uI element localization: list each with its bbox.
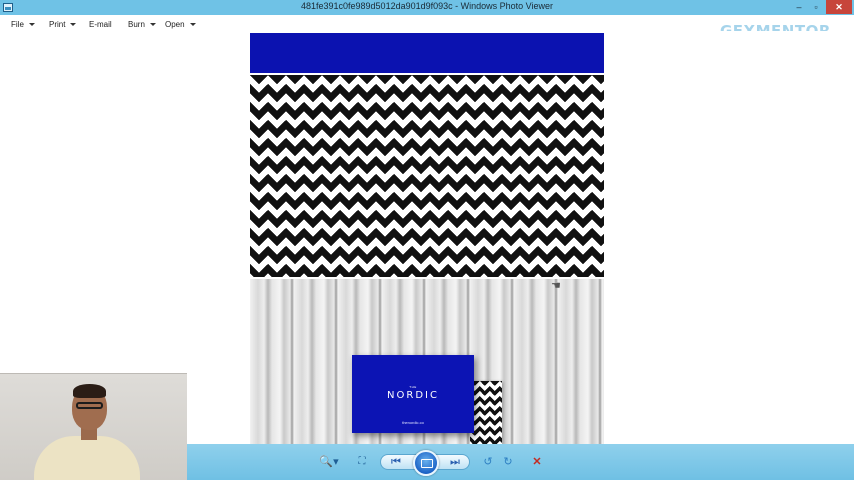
menu-open-label: Open — [165, 19, 185, 29]
chevron-down-icon — [189, 22, 196, 26]
bottom-toolbar: 🔍▾ ⛶ ⏮ ⏭ ↺ ↻ ✕ — [187, 444, 854, 480]
menu-email[interactable]: E-mail — [89, 18, 112, 30]
webcam-overlay — [0, 373, 187, 480]
previous-icon[interactable]: ⏮ — [389, 455, 403, 469]
title-bar: 481fe391c0fe989d5012da901d9f093c - Windo… — [0, 0, 854, 15]
photo-blue-band — [250, 33, 604, 73]
chevron-down-icon — [70, 22, 77, 26]
rotate-counterclockwise-icon[interactable]: ↺ — [481, 455, 495, 469]
photo-chevron-pattern — [250, 75, 604, 277]
business-card-front: THE NORDIC thenordic.co — [352, 355, 474, 433]
next-icon[interactable]: ⏭ — [448, 455, 462, 469]
card-brand-name: NORDIC — [387, 390, 439, 401]
menu-email-label: E-mail — [89, 19, 112, 29]
displayed-photo: THE NORDIC thenordic.co — [250, 33, 604, 444]
photo-viewer-window: 481fe391c0fe989d5012da901d9f093c - Windo… — [0, 0, 854, 480]
window-title: 481fe391c0fe989d5012da901d9f093c - Windo… — [300, 1, 554, 11]
menu-burn[interactable]: Burn — [128, 18, 156, 30]
delete-icon[interactable]: ✕ — [530, 455, 544, 469]
menu-print-label: Print — [49, 19, 66, 29]
actual-size-icon[interactable]: ⛶ — [355, 455, 369, 469]
zoom-icon[interactable]: 🔍▾ — [318, 455, 340, 469]
maximize-button[interactable]: ▫ — [809, 0, 823, 14]
minimize-button[interactable]: – — [792, 0, 806, 14]
card-prefix: THE — [409, 385, 417, 389]
close-button[interactable]: ✕ — [826, 0, 852, 14]
menu-print[interactable]: Print — [49, 18, 77, 30]
chevron-down-icon — [28, 22, 35, 26]
business-card-back — [470, 381, 502, 444]
menu-open[interactable]: Open — [165, 18, 196, 30]
hand-cursor-icon: ☚ — [551, 280, 561, 292]
menu-file[interactable]: File — [11, 18, 35, 30]
chevron-down-icon — [149, 22, 156, 26]
menu-burn-label: Burn — [128, 19, 145, 29]
presenter-glasses — [76, 402, 103, 409]
card-website: thenordic.co — [402, 420, 424, 425]
menu-file-label: File — [11, 19, 24, 29]
slideshow-icon[interactable] — [413, 450, 439, 476]
presenter-hair — [73, 384, 106, 398]
rotate-clockwise-icon[interactable]: ↻ — [501, 455, 515, 469]
